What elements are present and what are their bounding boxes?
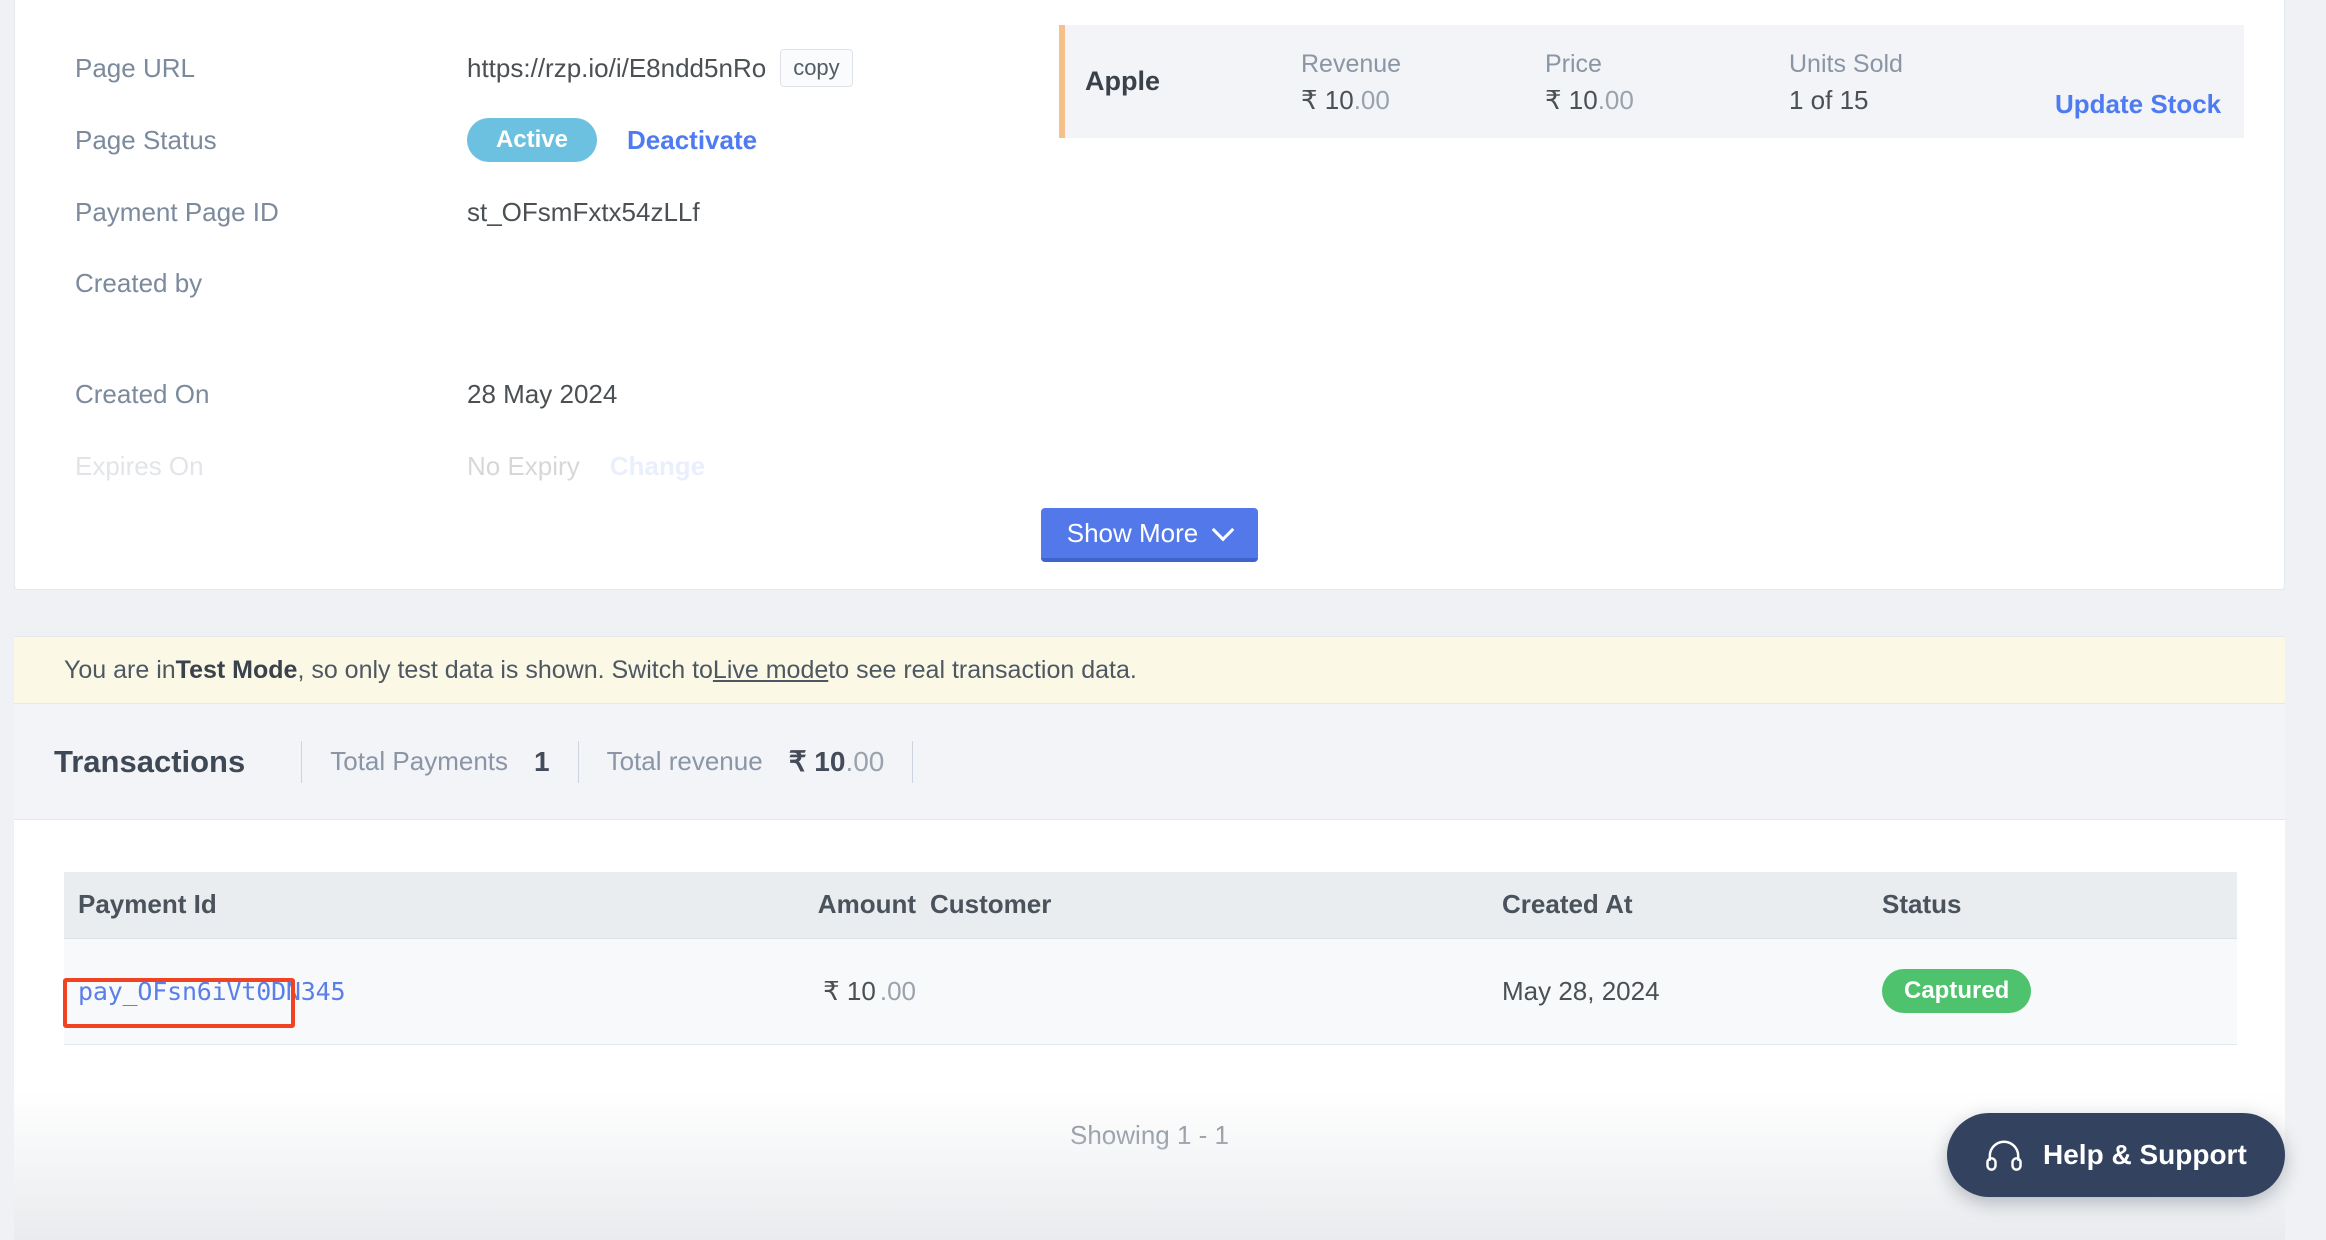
metric-value-revenue: ₹ 10 bbox=[1301, 84, 1354, 115]
summary-divider-3 bbox=[912, 740, 914, 783]
detail-label-expires-on: Expires On bbox=[75, 451, 204, 481]
chevron-down-icon bbox=[1214, 520, 1232, 538]
update-stock-link[interactable]: Update Stock bbox=[2055, 89, 2221, 138]
status-badge: Captured bbox=[1882, 969, 2032, 1013]
show-more-wrapper: Show More bbox=[15, 508, 2284, 562]
column-header-amount[interactable]: Amount bbox=[738, 872, 916, 939]
transactions-summary-bar: Transactions Total Payments 1 Total reve… bbox=[14, 704, 2285, 820]
status-badge-active: Active bbox=[467, 118, 597, 162]
test-mode-banner: You are in Test Mode, so only test data … bbox=[14, 636, 2285, 704]
detail-label-payment-page-id: Payment Page ID bbox=[75, 197, 279, 227]
total-revenue-dec: .00 bbox=[845, 746, 885, 777]
detail-row-created-on: Created On 28 May 2024 bbox=[75, 358, 1015, 430]
page-content-column: Page URL https://rzp.io/i/E8ndd5nRo copy… bbox=[14, 0, 2285, 1240]
column-header-payment-id[interactable]: Payment Id bbox=[64, 872, 738, 939]
total-payments-label: Total Payments bbox=[330, 746, 508, 776]
metric-label-price: Price bbox=[1545, 49, 1602, 78]
left-gutter bbox=[0, 0, 14, 1240]
table-header-row: Payment Id Amount Customer Created At St… bbox=[64, 872, 2237, 939]
transactions-table-area: Payment Id Amount Customer Created At St… bbox=[14, 820, 2285, 1240]
detail-row-created-by: Created by bbox=[75, 248, 1015, 358]
detail-row-payment-page-id: Payment Page ID st_OFsmFxtx54zLLf bbox=[75, 176, 1015, 248]
total-revenue-value: ₹ 10 bbox=[788, 746, 846, 777]
product-metric-revenue: Revenue ₹ 10.00 bbox=[1301, 47, 1545, 117]
test-banner-prefix: You are in bbox=[64, 655, 176, 684]
amount-dec: .00 bbox=[879, 975, 916, 1006]
test-banner-middle: , so only test data is shown. Switch to bbox=[297, 655, 713, 684]
test-banner-mode: Test Mode bbox=[175, 655, 298, 684]
headset-icon bbox=[1985, 1138, 2023, 1172]
detail-row-page-url: Page URL https://rzp.io/i/E8ndd5nRo copy bbox=[75, 32, 1015, 104]
total-payments-value: 1 bbox=[534, 745, 550, 777]
expires-on-value: No Expiry bbox=[467, 451, 580, 481]
page-details-list: Page URL https://rzp.io/i/E8ndd5nRo copy… bbox=[75, 32, 1015, 502]
cell-customer bbox=[916, 938, 1488, 1045]
total-revenue-label: Total revenue bbox=[606, 746, 763, 776]
column-header-status[interactable]: Status bbox=[1868, 872, 2237, 939]
metric-label-units-sold: Units Sold bbox=[1789, 49, 1903, 78]
cell-amount: ₹ 10.00 bbox=[738, 938, 916, 1045]
show-more-button[interactable]: Show More bbox=[1040, 508, 1259, 562]
column-header-created-at[interactable]: Created At bbox=[1488, 872, 1868, 939]
amount-value: ₹ 10 bbox=[823, 975, 876, 1006]
cell-payment-id: pay_OFsn6iVt0DN345 bbox=[64, 938, 738, 1045]
cell-status: Captured bbox=[1868, 938, 2237, 1045]
test-banner-suffix: to see real transaction data. bbox=[828, 655, 1137, 684]
cell-created-at: May 28, 2024 bbox=[1488, 938, 1868, 1045]
bottom-fade-overlay bbox=[14, 1090, 2285, 1240]
created-on-value: 28 May 2024 bbox=[467, 379, 618, 409]
payment-page-details-card: Page URL https://rzp.io/i/E8ndd5nRo copy… bbox=[14, 0, 2285, 590]
payment-page-id-value: st_OFsmFxtx54zLLf bbox=[467, 197, 700, 227]
product-name: Apple bbox=[1085, 66, 1161, 96]
metric-dec-price: .00 bbox=[1597, 84, 1634, 115]
metric-value-price: ₹ 10 bbox=[1545, 84, 1598, 115]
product-summary-panel: Apple Revenue ₹ 10.00 Price ₹ 10.00 Unit… bbox=[1059, 25, 2244, 138]
detail-label-page-status: Page Status bbox=[75, 125, 217, 155]
app-root: Page URL https://rzp.io/i/E8ndd5nRo copy… bbox=[0, 0, 2326, 1240]
product-metric-units-sold: Units Sold 1 of 15 bbox=[1789, 47, 2055, 117]
transactions-title: Transactions bbox=[54, 743, 246, 779]
metric-dec-revenue: .00 bbox=[1353, 84, 1390, 115]
detail-label-page-url: Page URL bbox=[75, 53, 195, 83]
show-more-label: Show More bbox=[1066, 517, 1199, 548]
summary-divider-1 bbox=[301, 740, 303, 783]
deactivate-link[interactable]: Deactivate bbox=[627, 123, 757, 157]
change-expiry-link[interactable]: Change bbox=[610, 449, 705, 483]
column-header-customer[interactable]: Customer bbox=[916, 872, 1488, 939]
help-and-support-label: Help & Support bbox=[2043, 1139, 2247, 1170]
detail-row-page-status: Page Status Active Deactivate bbox=[75, 104, 1015, 176]
table-row[interactable]: pay_OFsn6iVt0DN345 ₹ 10.00 May 28, 2024 … bbox=[64, 938, 2237, 1045]
pagination-showing-text: Showing 1 - 1 bbox=[1070, 1120, 1229, 1150]
detail-row-expires-on: Expires On No Expiry Change bbox=[75, 430, 1015, 502]
payment-id-link[interactable]: pay_OFsn6iVt0DN345 bbox=[78, 977, 346, 1006]
live-mode-link[interactable]: Live mode bbox=[713, 656, 828, 685]
detail-label-created-on: Created On bbox=[75, 379, 210, 409]
metric-label-revenue: Revenue bbox=[1301, 49, 1402, 78]
page-url-value: https://rzp.io/i/E8ndd5nRo bbox=[467, 53, 767, 83]
detail-label-created-by: Created by bbox=[75, 268, 203, 298]
metric-value-units-sold: 1 of 15 bbox=[1789, 84, 1869, 115]
right-scrollbar-gutter[interactable] bbox=[2285, 0, 2326, 1240]
product-metric-price: Price ₹ 10.00 bbox=[1545, 47, 1789, 117]
copy-url-button[interactable]: copy bbox=[780, 49, 853, 87]
summary-divider-2 bbox=[577, 740, 579, 783]
transactions-table: Payment Id Amount Customer Created At St… bbox=[64, 872, 2237, 1045]
help-and-support-button[interactable]: Help & Support bbox=[1947, 1113, 2285, 1197]
